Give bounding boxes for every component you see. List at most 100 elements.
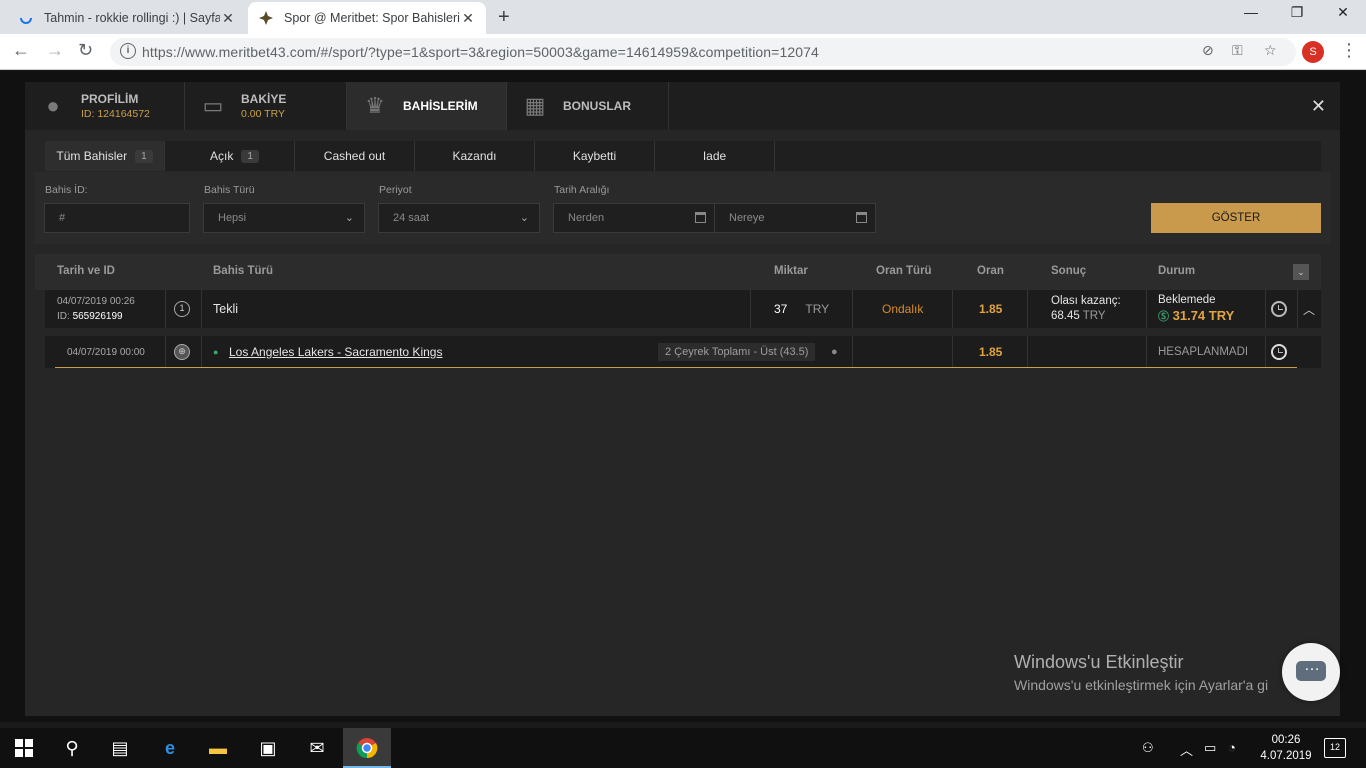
tab-won[interactable]: Kazandı: [415, 141, 535, 171]
count-badge: 1: [135, 149, 153, 163]
bet-date: 04/07/2019 00:26: [57, 296, 135, 307]
minimize-icon[interactable]: —: [1228, 4, 1274, 20]
tab-cashed-out[interactable]: Cashed out: [295, 141, 415, 171]
gift-icon: ▦: [524, 93, 546, 118]
reload-icon[interactable]: ↻: [78, 40, 93, 61]
browser-tab-meritbet[interactable]: Spor @ Meritbet: Spor Bahisleri, C ✕: [248, 2, 486, 34]
url-text[interactable]: https://www.meritbet43.com/#/sport/?type…: [142, 44, 819, 60]
calendar-icon[interactable]: [856, 212, 867, 223]
user-icon: ●: [46, 93, 60, 118]
chat-button[interactable]: [1282, 643, 1340, 701]
chevron-down-icon: ⌄: [519, 212, 529, 224]
basketball-icon: ⊕: [174, 336, 190, 368]
selection-count-badge: 1: [174, 301, 190, 317]
edge-icon[interactable]: e: [158, 736, 182, 760]
people-icon[interactable]: ⚇: [1142, 740, 1154, 756]
key-icon[interactable]: ⚿: [1232, 42, 1243, 59]
status-text: Beklemede: [1158, 294, 1216, 306]
bet-type-label: Bahis Türü: [204, 184, 255, 196]
tab-balance[interactable]: ▭ BAKİYE 0.00 TRY: [185, 82, 347, 130]
header-status: Durum: [1158, 265, 1196, 277]
tab-bonuses[interactable]: ▦ BONUSLAR: [507, 82, 669, 130]
collapse-all-icon[interactable]: ⌄: [1293, 264, 1309, 280]
possible-win-wrap: 68.45 TRY: [1051, 309, 1106, 324]
filter-tab-label: Cashed out: [323, 149, 386, 163]
live-dot-icon: ●: [213, 347, 219, 357]
battery-icon[interactable]: ▭: [1204, 740, 1216, 756]
match-link[interactable]: Los Angeles Lakers - Sacramento Kings: [229, 336, 442, 368]
chat-icon: [1296, 657, 1326, 681]
tab-open[interactable]: Açık 1: [175, 141, 295, 171]
store-icon[interactable]: ▣: [256, 736, 280, 760]
cashout-wrap[interactable]: Ⓢ 31.74 TRY: [1158, 308, 1234, 325]
close-tab-icon[interactable]: ✕: [220, 10, 236, 27]
browser-tab-title: Spor @ Meritbet: Spor Bahisleri, C: [284, 11, 460, 25]
period-select[interactable]: 24 saat ⌄: [378, 203, 540, 233]
restore-icon[interactable]: ❐: [1274, 4, 1320, 21]
filter-tab-label: Kaybetti: [572, 149, 617, 163]
bookmark-star-icon[interactable]: ☆: [1264, 42, 1277, 59]
close-tab-icon[interactable]: ✕: [460, 10, 476, 27]
wifi-icon[interactable]: ◔: [1228, 740, 1236, 755]
tab-label: BAHİSLERİM: [403, 99, 478, 113]
table-row[interactable]: 04/07/2019 00:26 ID: 565926199 1 Tekli 3…: [45, 290, 1321, 328]
chevron-down-icon: ⌄: [344, 212, 354, 224]
site-info-icon[interactable]: i: [120, 43, 136, 59]
windows-start-icon[interactable]: [12, 736, 36, 760]
filter-panel: Bahis İD: # Bahis Türü Hepsi ⌄ Periyot 2…: [35, 172, 1331, 244]
new-tab-icon[interactable]: +: [498, 6, 510, 29]
clock-icon[interactable]: [1271, 290, 1287, 328]
bet-type-select[interactable]: Hepsi ⌄: [203, 203, 365, 233]
system-clock[interactable]: 00:26 4.07.2019: [1256, 732, 1316, 764]
chrome-taskbar-button[interactable]: [343, 728, 391, 768]
browser-menu-icon[interactable]: ⋮: [1340, 40, 1358, 61]
bet-odds: 1.85: [979, 302, 1003, 316]
task-view-icon[interactable]: ▤: [108, 736, 132, 760]
lock-icon: ●: [831, 346, 838, 358]
popup-blocked-icon[interactable]: ⊘: [1202, 42, 1214, 59]
tab-label: BAKİYE: [241, 92, 287, 106]
window-close-icon[interactable]: ✕: [1320, 4, 1366, 21]
bet-type: Tekli: [213, 302, 239, 316]
tab-my-bets[interactable]: ♛ BAHİSLERİM: [347, 82, 507, 130]
show-button[interactable]: GÖSTER: [1151, 203, 1321, 233]
selection-count: 1: [174, 290, 190, 328]
show-hidden-icon[interactable]: ︿: [1180, 740, 1193, 759]
clock-time: 00:26: [1271, 734, 1301, 746]
search-icon[interactable]: ⚲: [60, 736, 84, 760]
clock-icon[interactable]: [1271, 336, 1287, 368]
cashout-value: 31.74 TRY: [1172, 308, 1235, 323]
address-bar[interactable]: i https://www.meritbet43.com/#/sport/?ty…: [110, 38, 1296, 66]
tab-label: PROFİLİM: [81, 92, 139, 106]
selection-status: HESAPLANMADI: [1158, 346, 1249, 358]
bet-id-input[interactable]: #: [44, 203, 190, 233]
header-bet-type: Bahis Türü: [213, 265, 274, 277]
amount-value: 37: [774, 302, 788, 316]
browser-tab-strip: Tahmin - rokkie rollingi :) | Sayfa ✕ Sp…: [0, 0, 1366, 34]
close-icon[interactable]: ✕: [1311, 96, 1326, 117]
back-icon[interactable]: ←: [12, 40, 30, 61]
mail-icon[interactable]: ✉: [305, 736, 329, 760]
activation-title: Windows'u Etkinleştir: [1014, 652, 1184, 672]
activation-subtitle: Windows'u etkinleştirmek için Ayarlar'a …: [1014, 677, 1269, 693]
odds-type: Ondalık: [882, 302, 924, 316]
clock-date: 4.07.2019: [1260, 750, 1312, 762]
file-explorer-icon[interactable]: ▬: [206, 736, 230, 760]
notification-center-icon[interactable]: 12: [1324, 738, 1346, 758]
forward-icon[interactable]: →: [46, 40, 64, 61]
tab-lost[interactable]: Kaybetti: [535, 141, 655, 171]
date-to-input[interactable]: Nereye: [714, 203, 876, 233]
date-from-input[interactable]: Nerden: [553, 203, 715, 233]
bet-id-label: Bahis İD:: [45, 184, 88, 196]
tab-profile[interactable]: ● PROFİLİM ID: 124164572: [25, 82, 185, 130]
browser-tab-tahmin[interactable]: Tahmin - rokkie rollingi :) | Sayfa ✕: [8, 2, 246, 34]
profile-avatar[interactable]: S: [1302, 41, 1324, 63]
calendar-icon[interactable]: [695, 212, 706, 223]
browser-tab-title: Tahmin - rokkie rollingi :) | Sayfa: [44, 11, 220, 25]
chevron-up-icon[interactable]: ︿: [1303, 290, 1315, 328]
select-value: 24 saat: [393, 212, 430, 224]
tab-refund[interactable]: Iade: [655, 141, 775, 171]
possible-win-value: 68.45: [1051, 310, 1080, 322]
bet-id: 565926199: [72, 311, 123, 322]
tab-all-bets[interactable]: Tüm Bahisler 1: [45, 141, 165, 171]
